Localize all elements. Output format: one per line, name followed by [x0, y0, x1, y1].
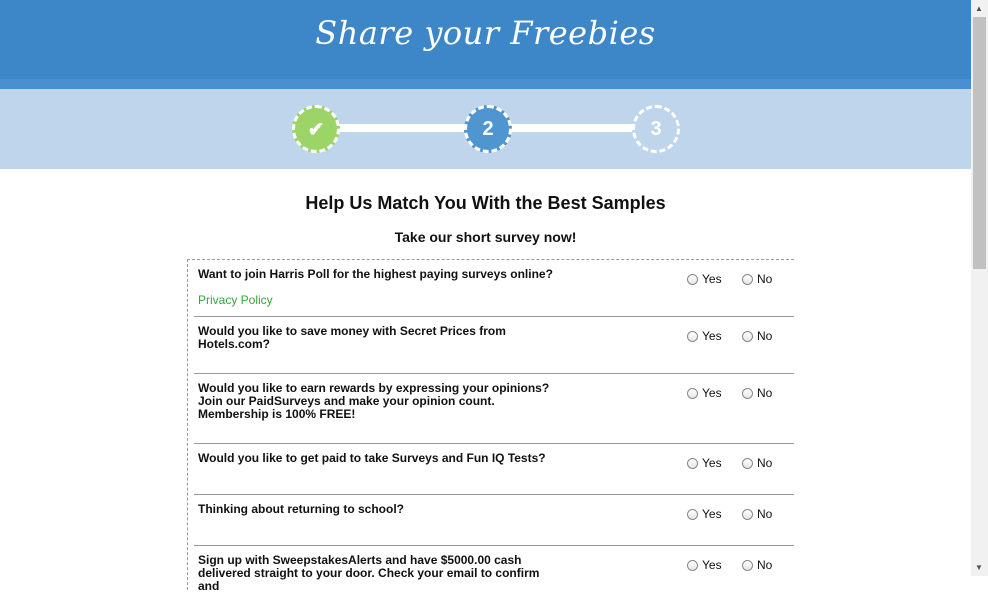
answer-no[interactable]: No	[742, 456, 772, 470]
question-text: Would you like to get paid to take Surve…	[198, 451, 546, 465]
radio-button[interactable]	[742, 457, 753, 469]
no-label: No	[757, 329, 773, 343]
answer-no[interactable]: No	[742, 272, 772, 286]
question-text: Would you like to save money with Secret…	[198, 324, 506, 351]
question-text: Sign up with SweepstakesAlerts and have …	[198, 553, 540, 593]
answer-yes[interactable]: Yes	[687, 456, 722, 470]
radio-button[interactable]	[742, 387, 753, 399]
answer-no[interactable]: No	[742, 558, 772, 572]
no-label: No	[757, 558, 773, 572]
answer-no[interactable]: No	[742, 329, 772, 343]
page-title: Help Us Match You With the Best Samples	[305, 193, 666, 213]
vertical-scrollbar[interactable]: ▲ ▼	[971, 0, 988, 576]
yes-label: Yes	[702, 272, 722, 286]
step-1-complete-icon: ✔	[292, 105, 340, 153]
page-subtitle: Take our short survey now!	[394, 229, 577, 245]
progress-tracker: ✔ 2 3	[0, 89, 971, 169]
header: Share your Freebies	[0, 0, 971, 79]
radio-button[interactable]	[742, 330, 753, 342]
question-text: Thinking about returning to school?	[198, 502, 404, 516]
question-row: Thinking about returning to school? Yes …	[194, 495, 794, 546]
radio-button[interactable]	[687, 273, 698, 285]
no-label: No	[757, 456, 773, 470]
yes-label: Yes	[702, 558, 722, 572]
question-text: Want to join Harris Poll for the highest…	[198, 267, 553, 281]
yes-label: Yes	[702, 386, 722, 400]
radio-button[interactable]	[687, 457, 698, 469]
radio-button[interactable]	[687, 330, 698, 342]
yes-label: Yes	[702, 507, 722, 521]
privacy-policy-link[interactable]: Privacy Policy	[198, 293, 273, 307]
survey-questions: Want to join Harris Poll for the highest…	[187, 259, 794, 593]
brand-logo: Share your Freebies	[315, 14, 656, 52]
main-content: Help Us Match You With the Best Samples …	[0, 169, 971, 593]
question-row: Would you like to get paid to take Surve…	[194, 444, 794, 495]
answer-yes[interactable]: Yes	[687, 386, 722, 400]
answer-yes[interactable]: Yes	[687, 329, 722, 343]
header-divider	[0, 79, 971, 89]
answer-no[interactable]: No	[742, 507, 772, 521]
question-row: Sign up with SweepstakesAlerts and have …	[194, 546, 794, 606]
question-row: Would you like to earn rewards by expres…	[194, 374, 794, 444]
no-label: No	[757, 272, 773, 286]
progress-bar-segment	[503, 124, 638, 132]
answer-no[interactable]: No	[742, 386, 772, 400]
yes-label: Yes	[702, 456, 722, 470]
scrollbar-thumb[interactable]	[973, 17, 986, 269]
question-row: Want to join Harris Poll for the highest…	[194, 260, 794, 317]
answer-yes[interactable]: Yes	[687, 558, 722, 572]
question-row: Would you like to save money with Secret…	[194, 317, 794, 374]
radio-button[interactable]	[742, 273, 753, 285]
step-2-current: 2	[464, 105, 512, 153]
no-label: No	[757, 507, 773, 521]
radio-button[interactable]	[687, 508, 698, 520]
radio-button[interactable]	[742, 508, 753, 520]
radio-button[interactable]	[742, 559, 753, 571]
yes-label: Yes	[702, 329, 722, 343]
step-3-upcoming: 3	[632, 105, 680, 153]
answer-yes[interactable]: Yes	[687, 507, 722, 521]
question-text: Would you like to earn rewards by expres…	[198, 381, 550, 421]
progress-bar-segment	[335, 124, 470, 132]
radio-button[interactable]	[687, 559, 698, 571]
no-label: No	[757, 386, 773, 400]
radio-button[interactable]	[687, 387, 698, 399]
scroll-up-icon[interactable]: ▲	[975, 4, 983, 13]
scroll-down-icon[interactable]: ▼	[975, 563, 983, 572]
answer-yes[interactable]: Yes	[687, 272, 722, 286]
